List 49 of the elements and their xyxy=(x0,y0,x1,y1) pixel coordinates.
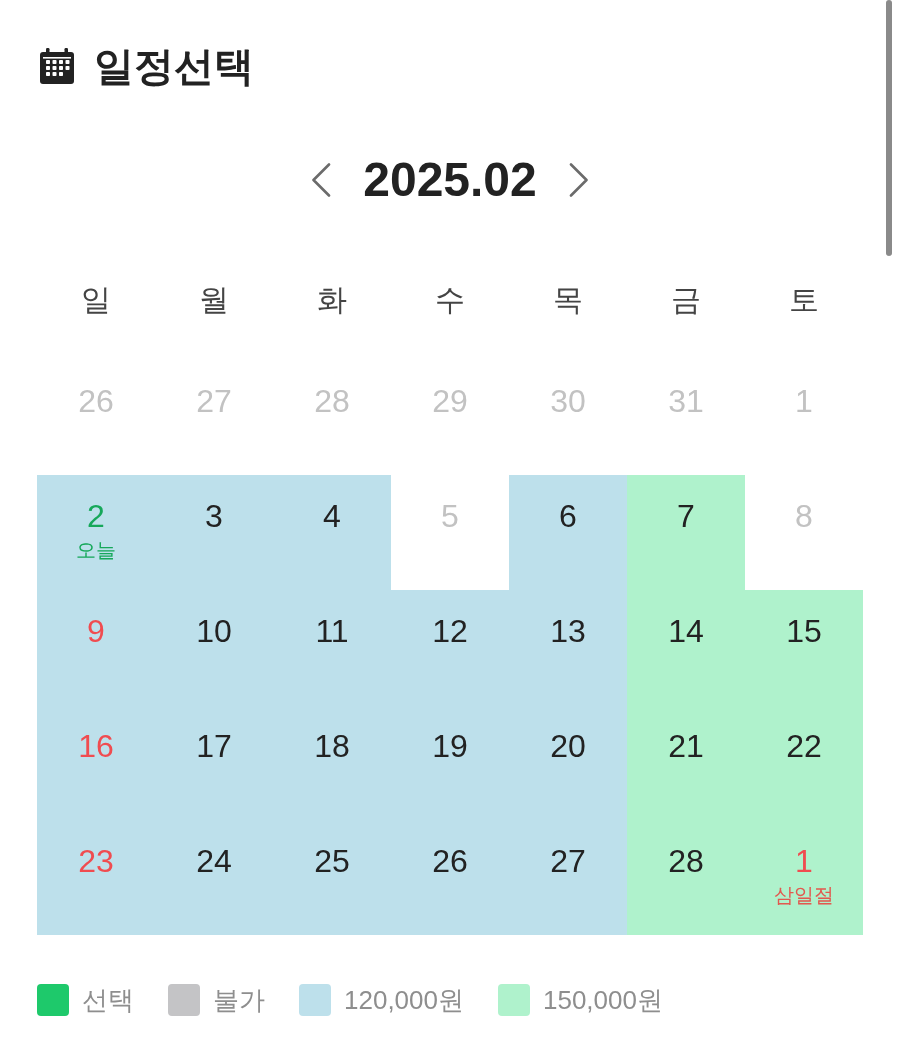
legend-label: 150,000원 xyxy=(543,984,663,1016)
unavailable-date: 26 xyxy=(78,382,114,420)
date-cell[interactable]: 21 xyxy=(627,705,745,820)
date-cell[interactable]: 22 xyxy=(745,705,863,820)
date-cell[interactable]: 6 xyxy=(509,475,627,590)
section-title: 일정선택 xyxy=(94,43,254,90)
month-label: 2025.02 xyxy=(363,152,537,208)
unavailable-date: 29 xyxy=(432,382,468,420)
next-month-button[interactable] xyxy=(568,163,589,197)
date-cell[interactable]: 7 xyxy=(627,475,745,590)
date-cell[interactable]: 18 xyxy=(273,705,391,820)
date-cell[interactable]: 19 xyxy=(391,705,509,820)
previous-month-button[interactable] xyxy=(311,163,332,197)
date-cell[interactable]: 17 xyxy=(155,705,273,820)
unavailable-date: 28 xyxy=(314,382,350,420)
weekday-label: 토 xyxy=(789,282,819,318)
weekday-label: 목 xyxy=(553,282,583,318)
legend-label: 불가 xyxy=(213,984,265,1016)
unavailable-date: 8 xyxy=(795,497,813,535)
weekday-label: 금 xyxy=(671,282,701,318)
date-cell[interactable]: 28 xyxy=(627,820,745,935)
unavailable-date: 31 xyxy=(668,382,704,420)
date-cell[interactable]: 26 xyxy=(391,820,509,935)
weekday-label: 화 xyxy=(317,282,347,318)
calendar-icon xyxy=(40,48,74,84)
date-cell[interactable]: 4 xyxy=(273,475,391,590)
date-cell[interactable]: 27 xyxy=(509,820,627,935)
chevron-left-icon xyxy=(311,163,332,197)
date-cell[interactable]: 20 xyxy=(509,705,627,820)
unavailable-date: 30 xyxy=(550,382,586,420)
weekday-label: 일 xyxy=(81,282,111,318)
date-cell[interactable]: 13 xyxy=(509,590,627,705)
date-cell[interactable]: 12 xyxy=(391,590,509,705)
weekday-label: 월 xyxy=(199,282,229,318)
legend-label: 120,000원 xyxy=(344,984,464,1016)
weekday-label: 수 xyxy=(435,282,465,318)
unavailable-date: 5 xyxy=(441,497,459,535)
date-cell[interactable]: 14 xyxy=(627,590,745,705)
unavailable-date: 1 xyxy=(795,382,813,420)
date-cell[interactable]: 3 xyxy=(155,475,273,590)
date-cell[interactable]: 11 xyxy=(273,590,391,705)
unavailable-date: 27 xyxy=(196,382,232,420)
chevron-right-icon xyxy=(568,163,589,197)
date-cell[interactable]: 10 xyxy=(155,590,273,705)
scrollbar-thumb[interactable] xyxy=(886,0,892,256)
date-cell[interactable]: 15 xyxy=(745,590,863,705)
date-cell[interactable]: 24 xyxy=(155,820,273,935)
legend-label: 선택 xyxy=(82,984,134,1016)
date-cell[interactable]: 25 xyxy=(273,820,391,935)
